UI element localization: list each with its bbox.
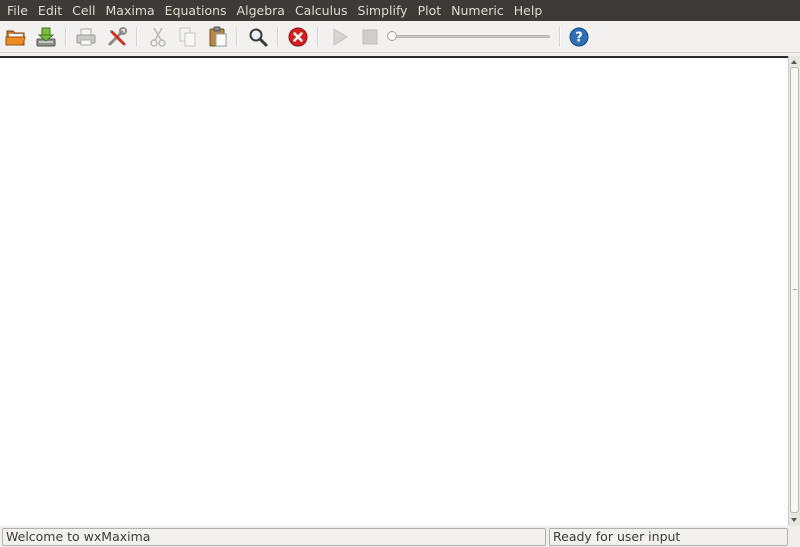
preferences-icon xyxy=(108,27,127,46)
open-button[interactable] xyxy=(4,25,28,49)
animation-slider-track[interactable] xyxy=(392,35,550,38)
scroll-up-icon[interactable] xyxy=(791,60,797,64)
paste-button[interactable] xyxy=(206,25,230,49)
vertical-scrollbar[interactable] xyxy=(788,56,800,526)
animation-slider-handle[interactable] xyxy=(387,31,397,41)
paste-icon xyxy=(209,26,227,47)
scroll-down-icon[interactable] xyxy=(791,518,797,522)
copy-icon xyxy=(179,27,196,47)
cut-button[interactable] xyxy=(146,25,170,49)
find-icon xyxy=(249,28,268,47)
copy-button[interactable] xyxy=(176,25,200,49)
wxmaxima-window: File Edit Cell Maxima Equations Algebra … xyxy=(0,0,800,547)
scrollbar-grip xyxy=(793,289,797,290)
stop-animation-button[interactable] xyxy=(358,25,382,49)
worksheet-area[interactable] xyxy=(0,56,788,526)
help-button[interactable]: ? xyxy=(567,25,591,49)
status-message-right: Ready for user input xyxy=(549,528,788,546)
toolbar-separator xyxy=(559,27,561,47)
save-icon xyxy=(36,27,56,47)
find-button[interactable] xyxy=(246,25,270,49)
cut-icon xyxy=(150,27,166,47)
help-icon: ? xyxy=(569,27,589,47)
preferences-button[interactable] xyxy=(105,25,129,49)
menu-calculus[interactable]: Calculus xyxy=(290,0,353,21)
toolbar-separator xyxy=(317,27,319,47)
menu-file[interactable]: File xyxy=(2,0,33,21)
interrupt-icon xyxy=(288,27,308,47)
toolbar-separator xyxy=(136,27,138,47)
print-icon xyxy=(76,28,96,46)
svg-text:?: ? xyxy=(575,31,583,46)
save-button[interactable] xyxy=(34,25,58,49)
menu-algebra[interactable]: Algebra xyxy=(232,0,290,21)
menubar: File Edit Cell Maxima Equations Algebra … xyxy=(0,0,800,21)
menu-cell[interactable]: Cell xyxy=(67,0,100,21)
menu-equations[interactable]: Equations xyxy=(160,0,232,21)
stop-icon xyxy=(362,29,378,45)
menu-simplify[interactable]: Simplify xyxy=(353,0,413,21)
toolbar-separator xyxy=(65,27,67,47)
interrupt-button[interactable] xyxy=(286,25,310,49)
menu-help[interactable]: Help xyxy=(509,0,548,21)
menu-maxima[interactable]: Maxima xyxy=(101,0,160,21)
open-icon xyxy=(5,30,26,46)
menu-plot[interactable]: Plot xyxy=(413,0,447,21)
play-animation-button[interactable] xyxy=(328,25,352,49)
print-button[interactable] xyxy=(74,25,98,49)
play-icon xyxy=(333,28,348,46)
menu-edit[interactable]: Edit xyxy=(33,0,67,21)
statusbar: Welcome to wxMaxima Ready for user input xyxy=(0,527,800,547)
status-message-left: Welcome to wxMaxima xyxy=(2,528,546,546)
menu-numeric[interactable]: Numeric xyxy=(446,0,509,21)
toolbar-separator xyxy=(277,27,279,47)
toolbar-separator xyxy=(236,27,238,47)
scrollbar-thumb[interactable] xyxy=(790,67,799,513)
